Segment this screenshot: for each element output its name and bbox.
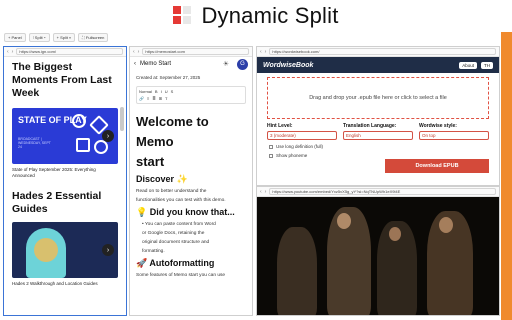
memo-header: ‹ Memo Start ☀ G [130, 57, 252, 71]
long-definition-checkbox[interactable]: Use long definition (full) [257, 140, 499, 149]
style-label: Wordwise style: [419, 123, 457, 129]
back-icon[interactable]: ‹ [260, 189, 262, 195]
avatar[interactable]: G [237, 58, 248, 70]
italic-button[interactable]: I [161, 89, 162, 94]
paragraph: functionalities you can test with this d… [136, 198, 226, 203]
chevron-left-icon[interactable]: ‹ [134, 61, 136, 67]
long-definition-label: Use long definition (full) [276, 144, 324, 149]
banner-subtitle: BROADCAST | WEDNESDAY, SEPT 24 [18, 137, 51, 149]
strike-button[interactable]: S [171, 89, 174, 94]
back-icon[interactable]: ‹ [7, 49, 9, 55]
panel-youtube: ‹ › https://www.youtube.com/embed/Yxz5vX… [256, 186, 500, 316]
url-input[interactable]: https://www.youtube.com/embed/Yxz5vX5g_y… [269, 188, 496, 195]
memo-title: Memo Start [140, 61, 172, 67]
file-dropzone[interactable]: Drag and drop your .epub file here or cl… [267, 77, 489, 119]
hades-image[interactable]: › [12, 222, 118, 278]
forward-icon[interactable]: › [265, 49, 267, 55]
list-item: or Google Docs, retaining the [142, 231, 205, 236]
carousel-next-icon-2[interactable]: › [102, 244, 114, 256]
url-bar: ‹ › https://www.ign.com/ [4, 47, 126, 57]
show-phoneme-checkbox[interactable]: Show phoneme [257, 149, 499, 158]
heading-did-you-know: 💡 Did you know that... [136, 207, 235, 217]
theme-toggle-icon[interactable]: ☀ [223, 60, 229, 68]
about-button[interactable]: About [459, 61, 477, 69]
headline-2[interactable]: Hades 2 Essential Guides [4, 182, 126, 216]
show-phoneme-label: Show phoneme [276, 153, 308, 158]
translation-select[interactable]: English [343, 131, 413, 140]
forward-icon[interactable]: › [138, 49, 140, 55]
url-bar: ‹ › https://wordwisebook.com/ [257, 47, 499, 57]
url-bar: ‹ › https://memostart.com [130, 47, 252, 57]
link-button[interactable]: 🔗 [139, 96, 144, 101]
hades-face [34, 238, 58, 262]
style-select[interactable]: Normal [139, 89, 152, 94]
list-item: original document structure and [142, 240, 210, 245]
style-select[interactable]: On top [419, 131, 489, 140]
heading-autoformatting: 🚀 Autoformatting [136, 258, 215, 268]
site-navbar: WordwiseBook About TH [257, 57, 499, 73]
language-button[interactable]: TH [481, 61, 493, 69]
caption-1[interactable]: State of Play September 2025: Everything… [4, 164, 126, 182]
caption-2[interactable]: Hades 2 Walkthrough and Location Guides [4, 278, 126, 290]
scrollbar[interactable] [120, 107, 124, 131]
url-input[interactable]: https://memostart.com [142, 48, 249, 55]
translation-label: Translation Language: [343, 123, 397, 129]
clear-format-button[interactable]: T [165, 96, 167, 101]
editor-toolbar: Normal B I U S 🔗 ≡ ≣ ⊞ T [136, 86, 246, 104]
doc-title-2: start [136, 154, 165, 169]
url-input[interactable]: https://wordwisebook.com/ [269, 48, 496, 55]
app-header: Dynamic Split [0, 0, 512, 32]
download-epub-button[interactable]: Download EPUB [385, 159, 489, 173]
back-icon[interactable]: ‹ [133, 49, 135, 55]
hint-level-select[interactable]: 3 (moderate) [267, 131, 337, 140]
brand-logo[interactable]: WordwiseBook [263, 62, 313, 69]
heading-discover: Discover ✨ [136, 174, 188, 184]
list-item: • You can paste content from Word [142, 222, 216, 227]
video-player[interactable] [257, 197, 499, 315]
doc-title-1: Welcome to Memo [136, 114, 209, 149]
panel-wordwisebook: ‹ › https://wordwisebook.com/ WordwiseBo… [256, 46, 500, 186]
accent-side-bar [501, 32, 512, 320]
hint-level-label: Hint Level: [267, 123, 293, 129]
forward-icon[interactable]: › [265, 189, 267, 195]
list-button[interactable]: ≡ [147, 96, 149, 101]
url-input[interactable]: https://www.ign.com/ [16, 48, 123, 55]
paragraph: Read on to better understand the [136, 189, 207, 194]
state-of-play-image[interactable]: STATE OF PLAY BROADCAST | WEDNESDAY, SEP… [12, 108, 118, 164]
forward-icon[interactable]: › [12, 49, 14, 55]
back-icon[interactable]: ‹ [260, 49, 262, 55]
split-button[interactable]: ⫶ Split ▿ [28, 33, 50, 42]
split-options-button[interactable]: + Split ▿ [52, 33, 76, 42]
paragraph: Some features of Memo start you can use [136, 273, 226, 278]
bold-button[interactable]: B [155, 89, 158, 94]
app-title: Dynamic Split [201, 3, 339, 28]
ordered-list-button[interactable]: ≣ [152, 96, 155, 101]
memo-document[interactable]: Welcome to Memo start Discover ✨ Read on… [130, 106, 252, 280]
table-button[interactable]: ⊞ [159, 96, 162, 101]
url-bar: ‹ › https://www.youtube.com/embed/Yxz5vX… [257, 187, 499, 197]
carousel-next-icon[interactable]: › [102, 130, 114, 142]
app-logo-icon [173, 6, 193, 26]
toolbar: + Panel ⫶ Split ▿ + Split ▿ ⛶ Fullscreen [4, 33, 109, 42]
list-item: formatting. [142, 249, 165, 254]
headline-1[interactable]: The Biggest Moments From Last Week [4, 57, 126, 100]
panel-ign: ‹ › https://www.ign.com/ The Biggest Mom… [3, 46, 127, 316]
underline-button[interactable]: U [165, 89, 168, 94]
panel-memostart: ‹ › https://memostart.com ‹ Memo Start ☀… [129, 46, 253, 316]
created-date: Created at: September 27, 2025 [136, 75, 201, 80]
options-row: Hint Level: 3 (moderate) Translation Lan… [257, 119, 499, 140]
fullscreen-button[interactable]: ⛶ Fullscreen [78, 33, 109, 42]
add-panel-button[interactable]: + Panel [4, 33, 26, 42]
